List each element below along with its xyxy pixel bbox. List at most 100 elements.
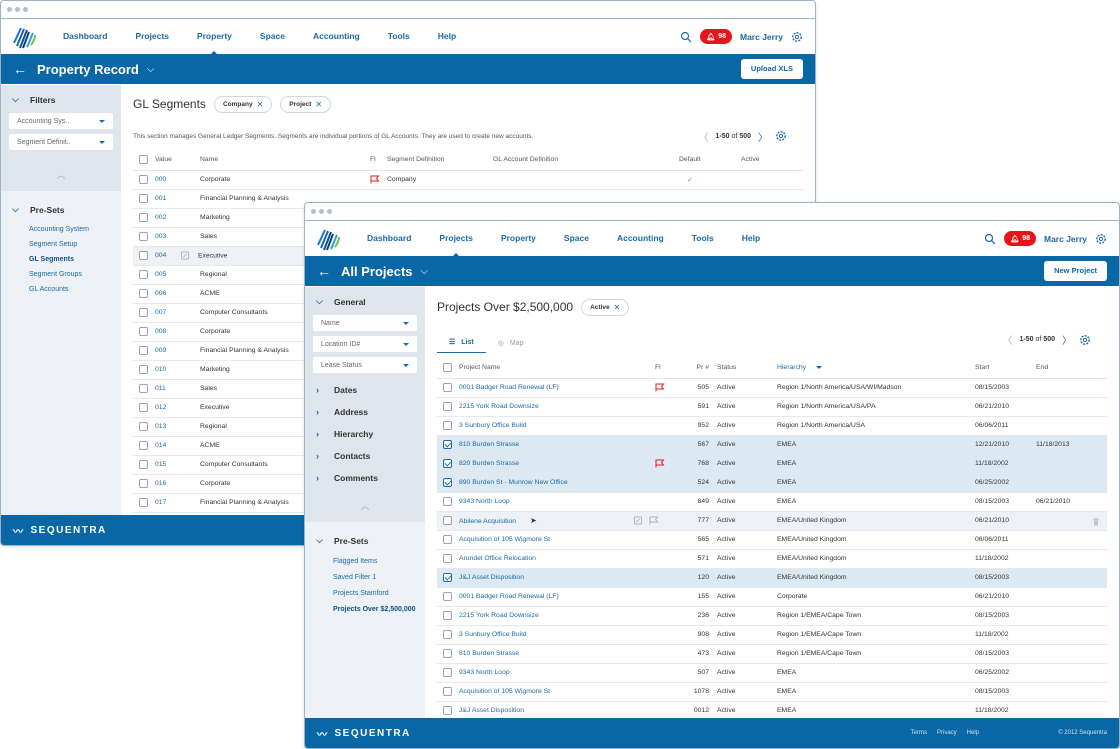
col-pr-number[interactable]: Pr #	[685, 357, 717, 379]
row-checkbox[interactable]	[139, 194, 148, 203]
project-name-text[interactable]: Abilene Acquisition	[459, 518, 516, 525]
preset-item[interactable]: Segment Setup	[9, 237, 113, 252]
filter-group-address[interactable]: › Address	[313, 401, 417, 423]
tab-list[interactable]: ☰ List	[437, 338, 486, 353]
project-name-text[interactable]: 9343 North Loop	[459, 669, 510, 676]
segment-value-link[interactable]: 013	[155, 417, 200, 437]
row-checkbox[interactable]	[139, 460, 148, 469]
row-checkbox[interactable]	[443, 478, 452, 487]
project-name-text[interactable]: 3 Sunbury Office Build	[459, 631, 527, 638]
row-checkbox[interactable]	[139, 498, 148, 507]
new-project-button[interactable]: New Project	[1044, 261, 1107, 281]
col-segment-definition[interactable]: Segment Definition	[387, 149, 493, 171]
preset-item[interactable]: Projects Stamford	[313, 585, 417, 601]
segment-value-link[interactable]: 017	[155, 493, 200, 513]
row-checkbox[interactable]	[443, 668, 452, 677]
nav-projects[interactable]: Projects	[121, 19, 183, 54]
col-project-name[interactable]: Project Name	[459, 357, 655, 379]
row-checkbox[interactable]	[443, 611, 452, 620]
row-checkbox[interactable]	[443, 440, 452, 449]
row-checkbox[interactable]	[443, 706, 452, 715]
sequentra-logo-icon[interactable]	[315, 225, 343, 253]
project-name-link[interactable]: 9343 North Loop	[459, 663, 655, 683]
segment-value-link[interactable]: 015	[155, 455, 200, 475]
table-row[interactable]: 3 Sunbury Office Build 908 Active Region 1/…	[437, 625, 1107, 645]
project-name-link[interactable]: 0001 Badger Road Renewal (LF)	[459, 587, 655, 607]
project-name-text[interactable]: Acquisition of 105 Wigmore St	[459, 536, 550, 543]
project-name-link[interactable]: 810 Burden Strasse	[459, 435, 655, 455]
col-end[interactable]: End	[1036, 357, 1107, 379]
table-row[interactable]: 810 Burden Strasse 473 Active Region 1/EMEA…	[437, 644, 1107, 664]
filter-chip-active[interactable]: Active ✕	[581, 298, 630, 316]
select-all-checkbox[interactable]	[443, 362, 452, 372]
preset-item[interactable]: Flagged Items	[313, 553, 417, 569]
project-name-link[interactable]: 0001 Badger Road Renewal (LF)	[459, 378, 655, 398]
project-name-link[interactable]: 2215 York Road Downsize	[459, 606, 655, 626]
preset-item[interactable]: Projects Over $2,500,000	[313, 601, 417, 617]
col-active[interactable]: Active	[741, 149, 803, 171]
col-start[interactable]: Start	[975, 357, 1036, 379]
row-checkbox[interactable]	[443, 497, 452, 506]
col-name[interactable]: Name	[200, 149, 370, 171]
row-checkbox[interactable]	[139, 175, 148, 184]
general-toggle[interactable]: ⌵ General	[313, 293, 417, 310]
nav-accounting[interactable]: Accounting	[603, 221, 678, 256]
row-checkbox[interactable]	[139, 422, 148, 431]
row-checkbox[interactable]	[443, 402, 452, 411]
row-checkbox[interactable]	[443, 516, 452, 525]
filter-group-hierarchy[interactable]: › Hierarchy	[313, 423, 417, 445]
upload-xls-button[interactable]: Upload XLS	[740, 59, 803, 79]
nav-space[interactable]: Space	[246, 19, 299, 54]
row-checkbox[interactable]	[139, 403, 148, 412]
next-page-icon[interactable]: 〉	[1062, 332, 1072, 347]
row-checkbox[interactable]	[443, 573, 452, 582]
back-arrow-icon[interactable]: ←	[13, 61, 27, 77]
sequentra-logo-icon[interactable]	[11, 23, 39, 51]
nav-help[interactable]: Help	[728, 221, 774, 256]
project-name-text[interactable]: Acquisition of 105 Wigmore St	[459, 688, 550, 695]
prev-page-icon[interactable]: 〈	[1003, 332, 1013, 347]
col-status[interactable]: Status	[717, 357, 777, 379]
flag-icon[interactable]	[655, 459, 665, 468]
preset-item[interactable]: Accounting System	[9, 222, 113, 237]
flag-icon[interactable]	[370, 175, 380, 184]
location-id-select[interactable]: Location ID#	[313, 336, 417, 352]
settings-gear-icon[interactable]	[1095, 233, 1107, 245]
row-checkbox[interactable]	[139, 289, 148, 298]
presets-toggle[interactable]: ⌵ Pre-Sets	[313, 532, 417, 549]
filters-toggle[interactable]: ⌵ Filters	[9, 91, 113, 108]
table-row[interactable]: Arundel Office Relocation 571 Active EMEA/U…	[437, 549, 1107, 569]
preset-item[interactable]: GL Segments	[9, 252, 113, 267]
project-name-text[interactable]: 3 Sunbury Office Build	[459, 422, 527, 429]
project-name-text[interactable]: 2215 York Road Downsize	[459, 403, 539, 410]
project-name-link[interactable]: Arundel Office Relocation	[459, 549, 655, 569]
prev-page-icon[interactable]: 〈	[699, 129, 709, 144]
table-row[interactable]: 2215 York Road Downsize 236 Active Region 1…	[437, 606, 1107, 626]
user-name[interactable]: Marc Jerry	[1044, 234, 1087, 244]
segment-value-link[interactable]: 004	[155, 246, 200, 266]
segment-value-link[interactable]: 001	[155, 189, 200, 209]
nav-property[interactable]: Property	[487, 221, 550, 256]
table-row[interactable]: 810 Burden Strasse 567 Active EMEA 12/21/201…	[437, 435, 1107, 455]
filter-group-dates[interactable]: › Dates	[313, 379, 417, 401]
project-name-link[interactable]: 890 Burden St - Munrow New Office	[459, 473, 655, 493]
segment-value-link[interactable]: 006	[155, 284, 200, 304]
trash-icon[interactable]	[1091, 517, 1101, 526]
table-row[interactable]: 820 Burden Strasse 768 Active EMEA 11/18/200…	[437, 454, 1107, 474]
project-name-text[interactable]: 820 Burden Strasse	[459, 460, 519, 467]
presets-toggle[interactable]: ⌵ Pre-Sets	[9, 201, 113, 218]
notifications-badge[interactable]: 🔔︎ 98	[700, 29, 732, 44]
table-row[interactable]: 0001 Badger Road Renewal (LF) 505 Active Re…	[437, 378, 1107, 398]
footer-link-terms[interactable]: Terms	[911, 730, 927, 736]
table-row[interactable]: 0001 Badger Road Renewal (LF) 155 Active Co…	[437, 587, 1107, 607]
close-icon[interactable]: ✕	[257, 100, 264, 109]
table-row[interactable]: 890 Burden St - Munrow New Office 524 Acti…	[437, 473, 1107, 493]
row-checkbox[interactable]	[139, 232, 148, 241]
segment-definition-select[interactable]: Segment Definit..	[9, 134, 113, 150]
project-name-text[interactable]: J&J Asset Disposition	[459, 574, 524, 581]
project-name-text[interactable]: 0001 Badger Road Renewal (LF)	[459, 593, 559, 600]
name-select[interactable]: Name	[313, 315, 417, 331]
row-checkbox[interactable]	[139, 327, 148, 336]
user-name[interactable]: Marc Jerry	[740, 32, 783, 42]
project-name-link[interactable]: 3 Sunbury Office Build	[459, 625, 655, 645]
